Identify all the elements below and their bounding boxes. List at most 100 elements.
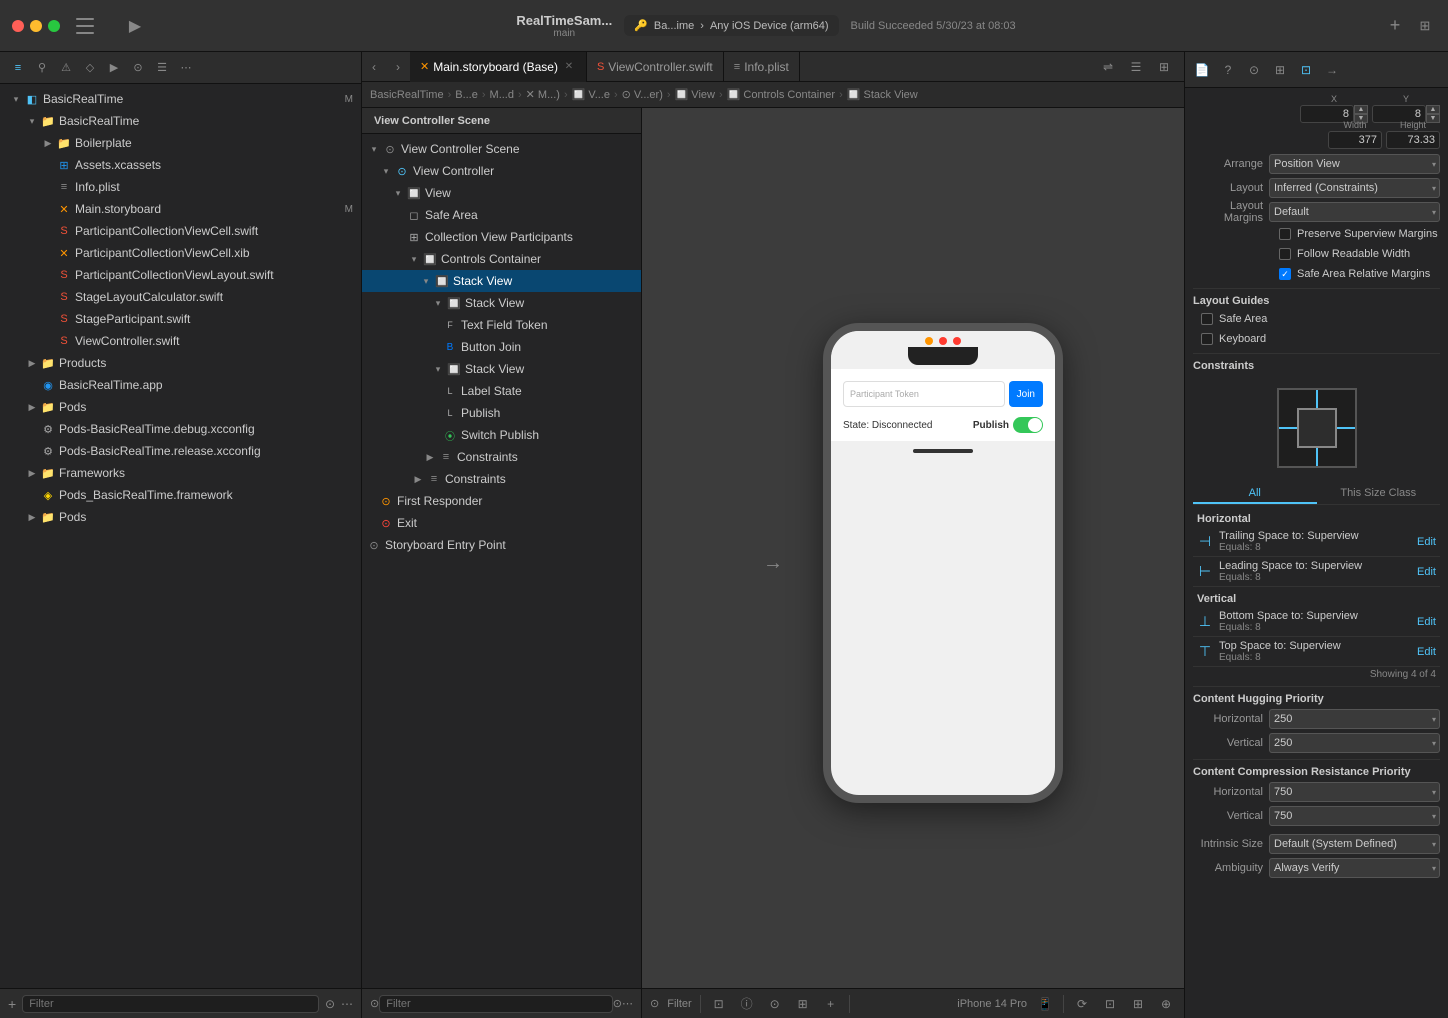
- add-file-button[interactable]: +: [8, 996, 16, 1012]
- breadcrumb-controls[interactable]: 🔲 Controls Container: [727, 88, 835, 101]
- scene-item-switchpublish[interactable]: ⦿ Switch Publish: [362, 424, 641, 446]
- breadcrumb-v2[interactable]: ⊙ V...er): [622, 88, 663, 101]
- scene-item-entrypoint[interactable]: ⊙ Storyboard Entry Point: [362, 534, 641, 556]
- scene-item-collectionview[interactable]: ⊞ Collection View Participants: [362, 226, 641, 248]
- inspector-identity-icon[interactable]: ⊙: [1243, 59, 1265, 81]
- toggle-switch[interactable]: [1013, 417, 1043, 433]
- tab-infoplist[interactable]: ≡ Info.plist: [724, 52, 800, 82]
- constraint-trailing-edit[interactable]: Edit: [1417, 536, 1436, 548]
- navigator-more-icon[interactable]: ⋯: [176, 58, 196, 78]
- inspector-file-icon[interactable]: 📄: [1191, 59, 1213, 81]
- breadcrumb-view[interactable]: 🔲 View: [675, 88, 715, 101]
- scene-item-textfield[interactable]: F Text Field Token: [362, 314, 641, 336]
- canvas-zoom-icon[interactable]: ⊕: [1156, 994, 1176, 1014]
- tree-item-pods-debug[interactable]: ⚙ Pods-BasicRealTime.debug.xcconfig: [0, 418, 361, 440]
- y-stepper-up[interactable]: ▲: [1426, 105, 1440, 114]
- scene-item-exit[interactable]: ⊙ Exit: [362, 512, 641, 534]
- sidebar-filter-input[interactable]: [22, 995, 319, 1013]
- scene-item-publish[interactable]: L Publish: [362, 402, 641, 424]
- tab-mainstoryboard[interactable]: ✕ Main.storyboard (Base) ✕: [410, 52, 587, 82]
- canvas-icon-info[interactable]: ⓘ: [737, 994, 757, 1014]
- tree-item-participantcellxib[interactable]: ✕ ParticipantCollectionViewCell.xib: [0, 242, 361, 264]
- constraint-tab-all[interactable]: All: [1193, 482, 1317, 504]
- tree-item-stagelayout[interactable]: S StageLayoutCalculator.swift: [0, 286, 361, 308]
- breadcrumb-b[interactable]: B...e: [455, 89, 478, 101]
- scheme-device[interactable]: 🔑 Ba...ime › Any iOS Device (arm64): [624, 15, 838, 36]
- navigator-search-icon[interactable]: ⚲: [32, 58, 52, 78]
- inspector-connections-icon[interactable]: →: [1321, 59, 1343, 81]
- tree-item-participantcell[interactable]: S ParticipantCollectionViewCell.swift: [0, 220, 361, 242]
- tree-item-pods[interactable]: ▶ 📁 Pods: [0, 396, 361, 418]
- inspector-panel-toggle[interactable]: ⊞: [1414, 15, 1436, 37]
- tree-item-basicalrealtime-group[interactable]: ▾ 📁 BasicRealTime: [0, 110, 361, 132]
- sidebar-toggle-button[interactable]: [76, 18, 94, 34]
- breadcrumb-m[interactable]: M...d: [490, 89, 514, 101]
- scene-item-stackview-2[interactable]: ▾ 🔲 Stack View: [362, 358, 641, 380]
- navigator-debug-icon[interactable]: ▶: [104, 58, 124, 78]
- scene-item-stackview-main[interactable]: ▾ 🔲 Stack View: [362, 270, 641, 292]
- scene-item-controls[interactable]: ▾ 🔲 Controls Container: [362, 248, 641, 270]
- checkbox-follow-readable-box[interactable]: [1279, 248, 1291, 260]
- tree-item-stageparticipant[interactable]: S StageParticipant.swift: [0, 308, 361, 330]
- scene-item-constraints-inner[interactable]: ▶ ≡ Constraints: [362, 446, 641, 468]
- x-stepper-up[interactable]: ▲: [1354, 105, 1368, 114]
- tree-item-products[interactable]: ▶ 📁 Products: [0, 352, 361, 374]
- inspector-attributes-icon[interactable]: ⊞: [1269, 59, 1291, 81]
- tree-item-boilerplate[interactable]: ▶ 📁 Boilerplate: [0, 132, 361, 154]
- tab-nav-forward[interactable]: ›: [386, 55, 410, 79]
- arrange-select[interactable]: Position View: [1269, 154, 1440, 174]
- tree-item-participantlayout[interactable]: S ParticipantCollectionViewLayout.swift: [0, 264, 361, 286]
- tab-viewcontroller[interactable]: S ViewController.swift: [587, 52, 724, 82]
- checkbox-keyboard-guide-box[interactable]: [1201, 333, 1213, 345]
- tree-item-frameworks[interactable]: ▶ 📁 Frameworks: [0, 462, 361, 484]
- checkbox-preserve-superview-box[interactable]: [1279, 228, 1291, 240]
- navigator-breakpoints-icon[interactable]: ⊙: [128, 58, 148, 78]
- navigator-file-icon[interactable]: ≡: [8, 58, 28, 78]
- close-button[interactable]: [12, 20, 24, 32]
- tree-item-pods2[interactable]: ▶ 📁 Pods: [0, 506, 361, 528]
- height-input[interactable]: [1386, 131, 1440, 149]
- navigator-tests-icon[interactable]: ◇: [80, 58, 100, 78]
- fullscreen-button[interactable]: [48, 20, 60, 32]
- scene-bottom-options[interactable]: ⊙: [613, 997, 622, 1010]
- scene-item-firstresponder[interactable]: ⊙ First Responder: [362, 490, 641, 512]
- editor-options-icon[interactable]: ⊞: [1152, 55, 1176, 79]
- canvas-constraint-icon[interactable]: ⊞: [1128, 994, 1148, 1014]
- scene-item-labelstate[interactable]: L Label State: [362, 380, 641, 402]
- tab-nav-back[interactable]: ‹: [362, 55, 386, 79]
- width-input[interactable]: [1328, 131, 1382, 149]
- canvas-icon-aspect[interactable]: ⊡: [709, 994, 729, 1014]
- checkbox-safe-area-box[interactable]: ✓: [1279, 268, 1291, 280]
- authors-icon[interactable]: ⇌: [1096, 55, 1120, 79]
- canvas-orientation-icon[interactable]: ⟳: [1072, 994, 1092, 1014]
- tree-item-pods-release[interactable]: ⚙ Pods-BasicRealTime.release.xcconfig: [0, 440, 361, 462]
- run-button[interactable]: ▶: [122, 13, 148, 39]
- canvas-icon-refresh[interactable]: ⊙: [765, 994, 785, 1014]
- canvas-icon-add[interactable]: +: [821, 994, 841, 1014]
- hugging-horizontal-select[interactable]: 250: [1269, 709, 1440, 729]
- tree-item-assets[interactable]: ⊞ Assets.xcassets: [0, 154, 361, 176]
- minimize-button[interactable]: [30, 20, 42, 32]
- scene-item-safearea[interactable]: ◻ Safe Area: [362, 204, 641, 226]
- minimap-icon[interactable]: ☰: [1124, 55, 1148, 79]
- intrinsic-select[interactable]: Default (System Defined): [1269, 834, 1440, 854]
- constraint-leading-edit[interactable]: Edit: [1417, 566, 1436, 578]
- canvas-icon-grid[interactable]: ⊞: [793, 994, 813, 1014]
- tree-item-basicalrealtime-root[interactable]: ▾ ◧ BasicRealTime M: [0, 88, 361, 110]
- hugging-vertical-select[interactable]: 250: [1269, 733, 1440, 753]
- tree-item-app[interactable]: ◉ BasicRealTime.app: [0, 374, 361, 396]
- navigator-issues-icon[interactable]: ⚠: [56, 58, 76, 78]
- inspector-quick-help-icon[interactable]: ?: [1217, 59, 1239, 81]
- scene-filter-input[interactable]: [379, 995, 613, 1013]
- tab-close-storyboard[interactable]: ✕: [562, 60, 576, 74]
- constraint-bottom-edit[interactable]: Edit: [1417, 616, 1436, 628]
- scene-item-view[interactable]: ▾ 🔲 View: [362, 182, 641, 204]
- canvas-device-icon[interactable]: 📱: [1035, 994, 1055, 1014]
- compression-vertical-select[interactable]: 750: [1269, 806, 1440, 826]
- breadcrumb-basicalrealtime[interactable]: BasicRealTime: [370, 89, 444, 101]
- tree-item-framework[interactable]: ◈ Pods_BasicRealTime.framework: [0, 484, 361, 506]
- constraint-top-edit[interactable]: Edit: [1417, 646, 1436, 658]
- add-editor-button[interactable]: +: [1384, 15, 1406, 37]
- inspector-size-icon active[interactable]: ⊡: [1295, 59, 1317, 81]
- breadcrumb-m2[interactable]: ✕ M...): [526, 88, 560, 101]
